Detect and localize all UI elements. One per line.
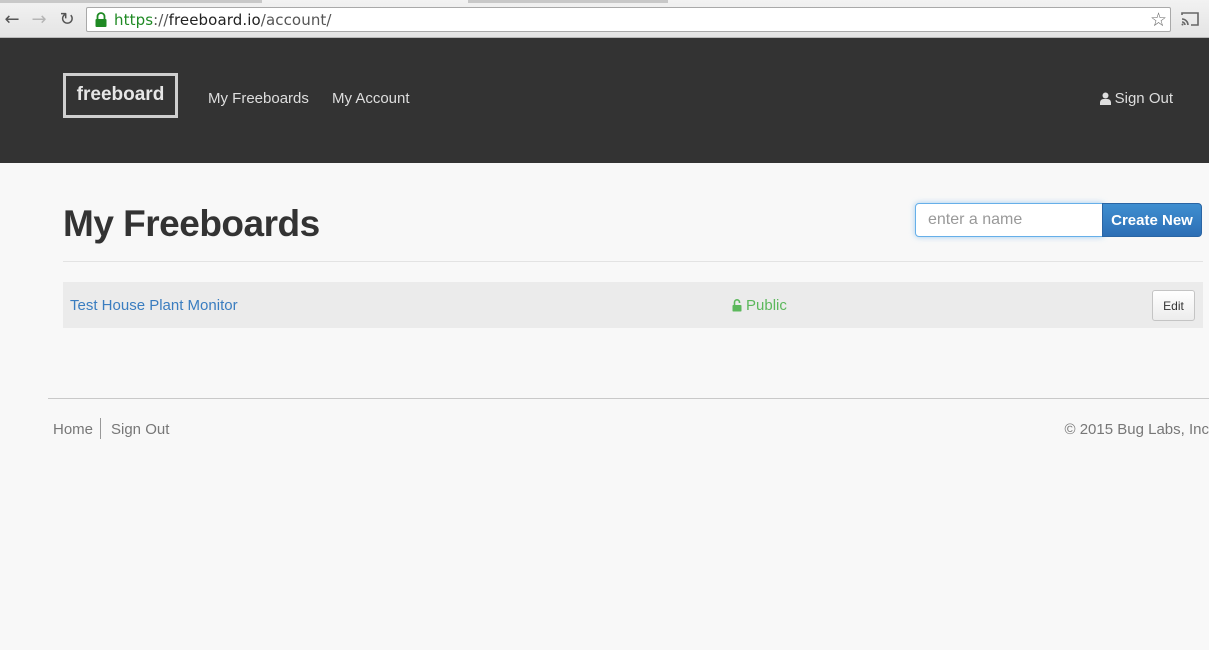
address-bar[interactable]: https://freeboard.io/account/ ☆	[86, 7, 1171, 32]
user-icon	[1099, 92, 1111, 105]
nav-my-account[interactable]: My Account	[332, 90, 410, 107]
create-new-button[interactable]: Create New	[1102, 203, 1202, 237]
site-header: freeboard My Freeboards My Account Sign …	[0, 38, 1209, 163]
star-icon[interactable]: ☆	[1150, 9, 1167, 31]
edit-board-button[interactable]: Edit	[1152, 290, 1195, 321]
browser-tab-edge[interactable]	[0, 0, 262, 3]
url-host: freeboard.io	[168, 10, 261, 29]
url-scheme: https	[114, 10, 154, 29]
board-name-link[interactable]: Test House Plant Monitor	[70, 297, 238, 314]
brand-logo[interactable]: freeboard	[63, 73, 178, 118]
footer-link-separator	[100, 418, 101, 439]
footer-sign-out-link[interactable]: Sign Out	[111, 421, 169, 438]
title-divider	[63, 261, 1203, 262]
browser-toolbar: ← → ↻ https://freeboard.io/account/ ☆	[0, 0, 1209, 38]
url-path: /account/	[260, 10, 332, 29]
unlock-icon	[732, 299, 742, 312]
cast-icon[interactable]	[1180, 11, 1200, 27]
page-title: My Freeboards	[63, 203, 320, 244]
url-text: https://freeboard.io/account/	[114, 11, 332, 29]
board-name-input[interactable]	[915, 203, 1103, 237]
footer-home-link[interactable]: Home	[53, 421, 93, 438]
back-arrow-icon[interactable]: ←	[2, 8, 22, 30]
url-separator: ://	[153, 10, 169, 29]
sign-out-label: Sign Out	[1114, 90, 1173, 107]
header-sign-out-link[interactable]: Sign Out	[1099, 90, 1173, 107]
copyright-text: © 2015 Bug Labs, Inc	[1064, 421, 1209, 438]
reload-icon[interactable]: ↻	[57, 8, 77, 30]
board-row: Test House Plant Monitor Public Edit	[63, 282, 1203, 328]
board-visibility: Public	[732, 297, 787, 314]
visibility-label: Public	[746, 297, 787, 314]
footer-divider	[48, 398, 1209, 399]
forward-arrow-icon[interactable]: →	[29, 8, 49, 30]
nav-my-freeboards[interactable]: My Freeboards	[208, 90, 309, 107]
browser-tab-edge[interactable]	[468, 0, 668, 3]
lock-icon	[95, 11, 107, 27]
